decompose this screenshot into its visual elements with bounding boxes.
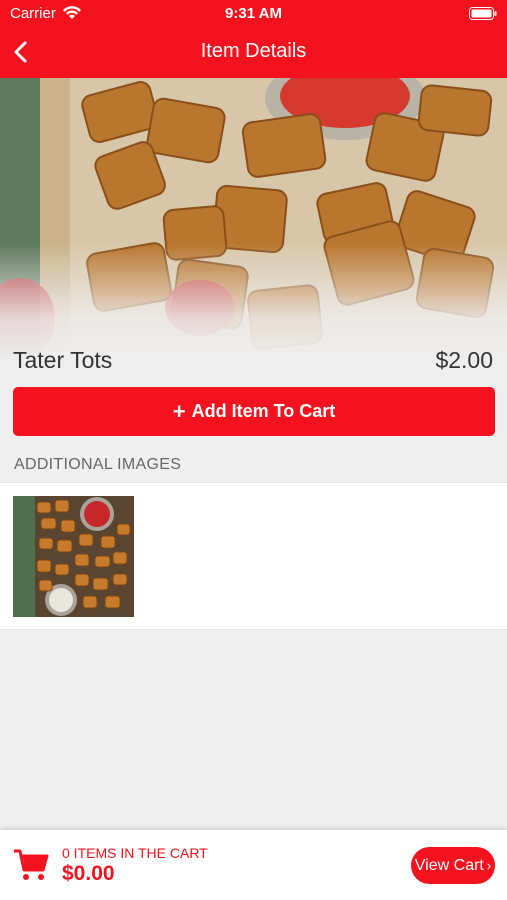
tater-tots-thumbnail-photo — [13, 496, 134, 617]
additional-images-row — [0, 482, 507, 630]
plus-icon: + — [172, 398, 186, 424]
add-to-cart-button[interactable]: + Add Item To Cart — [13, 387, 495, 436]
hero-fade-overlay — [0, 78, 507, 378]
chevron-right-icon: › — [486, 858, 492, 873]
cart-total: $0.00 — [62, 862, 115, 885]
additional-images-header: ADDITIONAL IMAGES — [14, 456, 182, 473]
clock-time: 9:31 AM — [225, 5, 282, 22]
item-price: $2.00 — [435, 347, 493, 373]
view-cart-label: View Cart — [414, 856, 484, 874]
shopping-cart-icon[interactable] — [13, 848, 49, 882]
cart-summary-bar: 0 ITEMS IN THE CART $0.00 View Cart › — [0, 830, 507, 900]
page-title: Item Details — [200, 40, 307, 62]
add-to-cart-label: Add Item To Cart — [191, 401, 336, 421]
cart-item-count: 0 ITEMS IN THE CART — [62, 845, 208, 861]
item-hero-image — [0, 78, 507, 378]
top-bar: Carrier 9:31 AM Item Details — [0, 0, 507, 78]
view-cart-button[interactable]: View Cart › — [411, 847, 495, 884]
battery-icon — [469, 7, 497, 20]
status-bar: Carrier 9:31 AM — [0, 0, 507, 28]
additional-image-thumbnail[interactable] — [13, 496, 134, 617]
item-name: Tater Tots — [13, 347, 113, 373]
